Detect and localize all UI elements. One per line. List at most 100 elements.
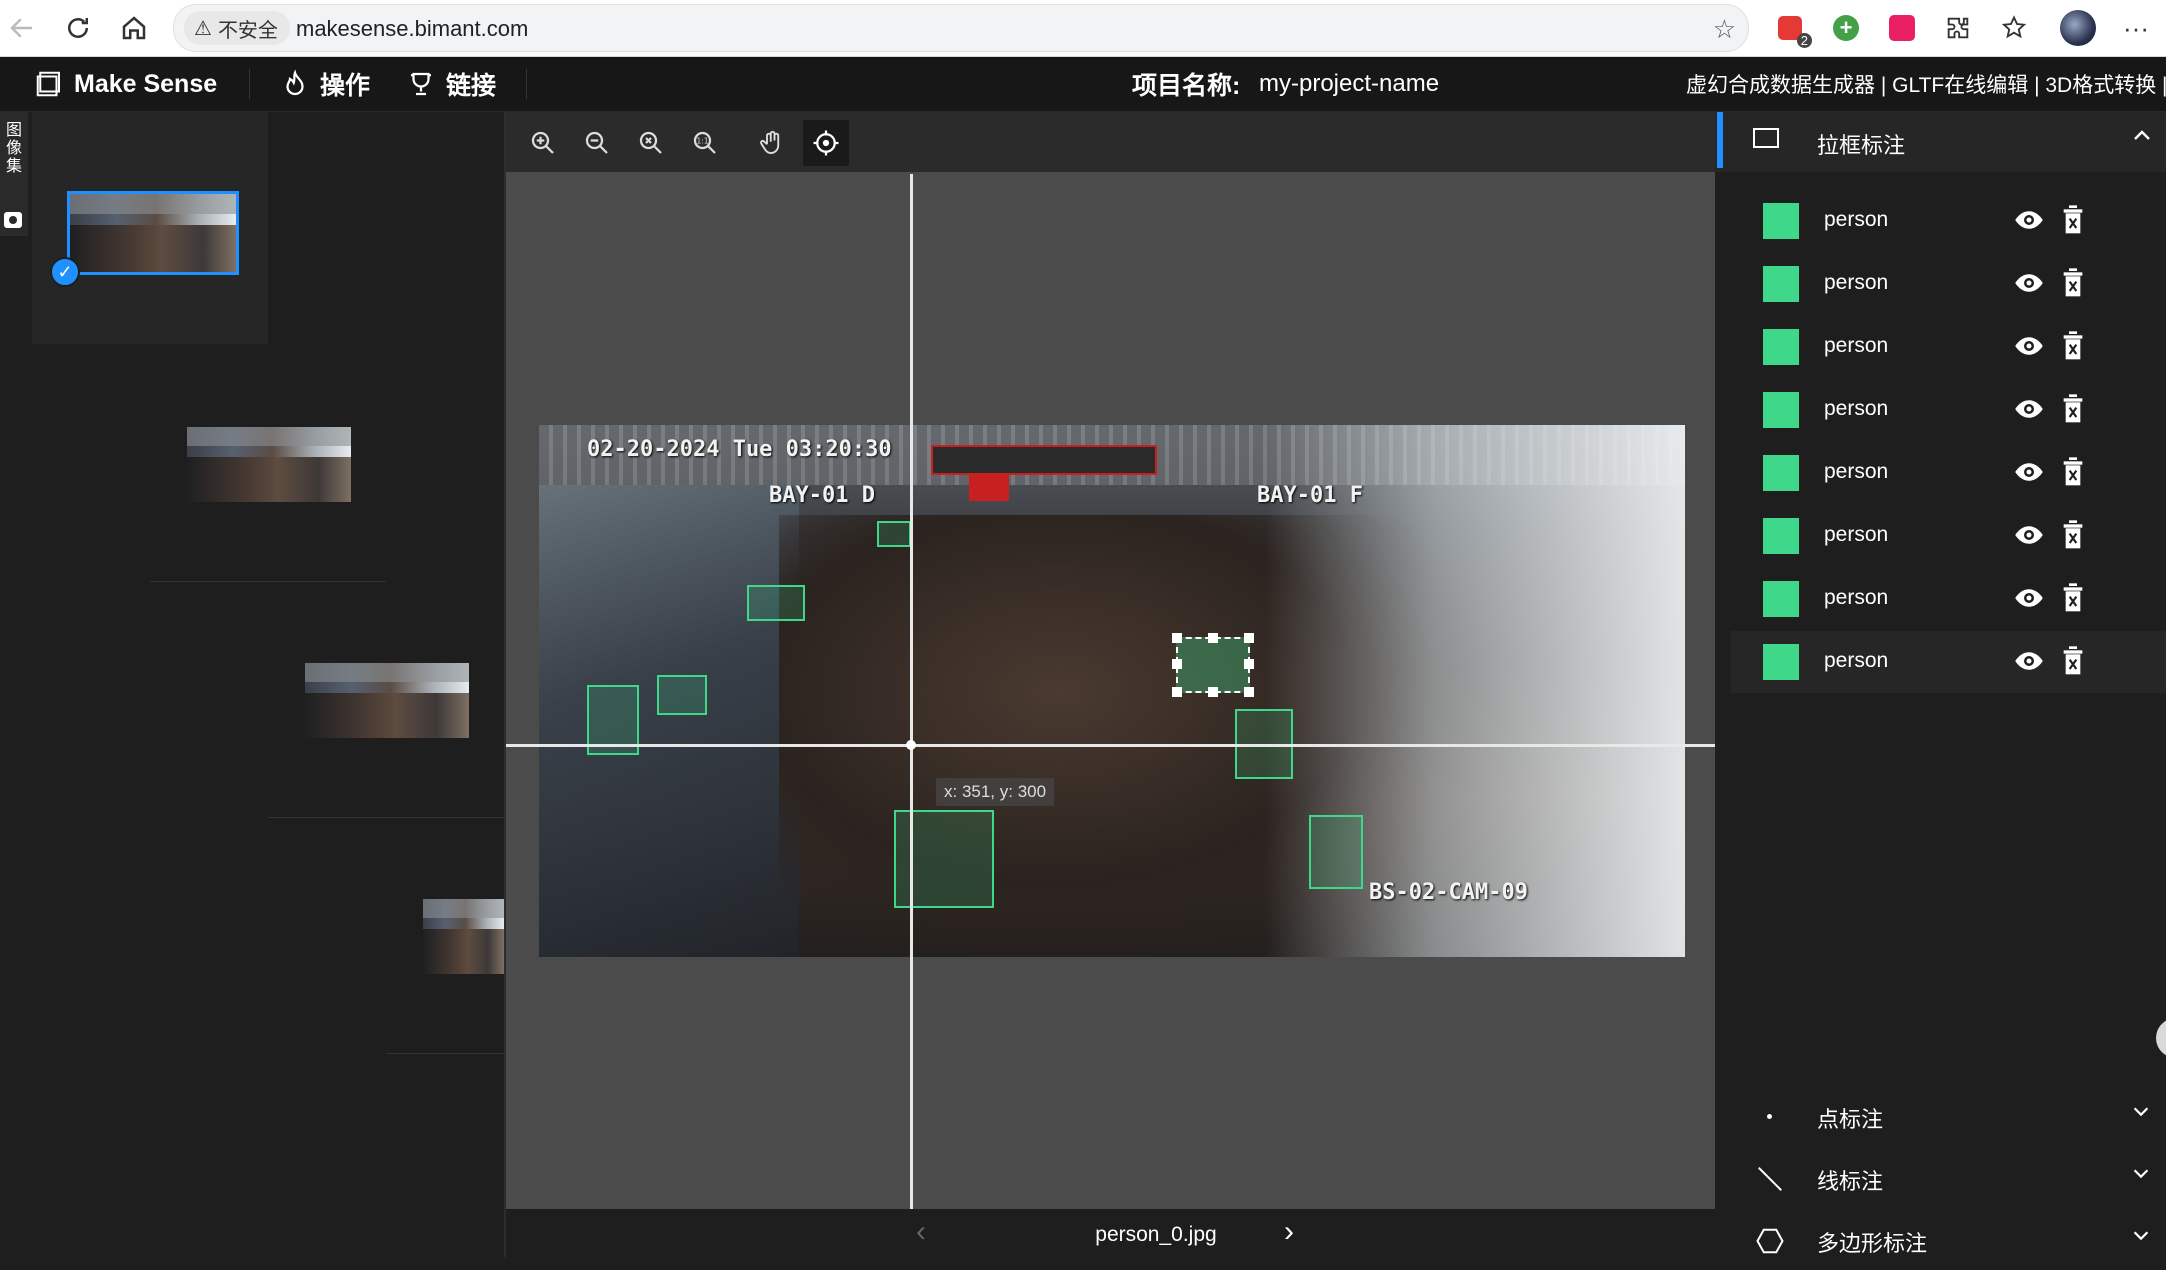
label-color-swatch[interactable] bbox=[1763, 644, 1799, 680]
resize-handle[interactable] bbox=[1172, 659, 1182, 669]
label-name[interactable]: person bbox=[1824, 586, 1888, 610]
visibility-eye-icon[interactable] bbox=[2012, 205, 2046, 235]
label-name[interactable]: person bbox=[1824, 460, 1888, 484]
resize-handle[interactable] bbox=[1244, 687, 1254, 697]
zoom-out-icon[interactable] bbox=[574, 120, 620, 166]
bounding-box[interactable] bbox=[657, 675, 707, 715]
resize-handle[interactable] bbox=[1244, 659, 1254, 669]
image-thumbnail[interactable] bbox=[305, 663, 469, 738]
favorites-icon[interactable] bbox=[1996, 10, 2032, 46]
address-bar[interactable]: ⚠ 不安全 makesense.bimant.com ☆ bbox=[173, 4, 1749, 52]
label-color-swatch[interactable] bbox=[1763, 329, 1799, 365]
label-row[interactable]: person bbox=[1731, 190, 2166, 252]
crosshair-icon[interactable] bbox=[803, 120, 849, 166]
editor-area[interactable]: 1:1 02-20-2024 Tue 03:20:30 BAY-01 D BAY… bbox=[504, 112, 1717, 1257]
chevron-down-icon[interactable] bbox=[2130, 1224, 2152, 1246]
more-menu-icon[interactable]: ··· bbox=[2118, 10, 2154, 46]
back-icon[interactable] bbox=[2, 8, 42, 48]
security-indicator[interactable]: ⚠ 不安全 bbox=[184, 11, 290, 45]
label-row[interactable]: person bbox=[1731, 379, 2166, 441]
bounding-box[interactable] bbox=[1309, 815, 1363, 889]
chevron-up-icon[interactable] bbox=[2130, 124, 2154, 148]
point-labels-section-header[interactable]: 点标注 bbox=[1715, 1084, 2166, 1146]
zoom-in-icon[interactable] bbox=[520, 120, 566, 166]
delete-trash-icon[interactable] bbox=[2062, 582, 2084, 614]
annotation-image[interactable]: 02-20-2024 Tue 03:20:30 BAY-01 D BAY-01 … bbox=[539, 425, 1685, 957]
visibility-eye-icon[interactable] bbox=[2012, 520, 2046, 550]
actions-menu[interactable]: 操作 bbox=[280, 57, 370, 111]
visibility-eye-icon[interactable] bbox=[2012, 394, 2046, 424]
resize-handle[interactable] bbox=[1172, 633, 1182, 643]
delete-trash-icon[interactable] bbox=[2062, 456, 2084, 488]
resize-handle[interactable] bbox=[1244, 633, 1254, 643]
bookmark-star-icon[interactable]: ☆ bbox=[1713, 14, 1736, 45]
project-name-field[interactable]: my-project-name bbox=[1259, 57, 1439, 111]
label-row[interactable]: person bbox=[1731, 568, 2166, 630]
delete-trash-icon[interactable] bbox=[2062, 330, 2084, 362]
links-menu[interactable]: 链接 bbox=[406, 57, 496, 111]
label-color-swatch[interactable] bbox=[1763, 392, 1799, 428]
extension-translate-icon[interactable] bbox=[1884, 10, 1920, 46]
label-color-swatch[interactable] bbox=[1763, 266, 1799, 302]
line-labels-section-header[interactable]: 线标注 bbox=[1715, 1146, 2166, 1208]
polygon-section-title: 多边形标注 bbox=[1817, 1231, 1928, 1256]
bounding-box[interactable] bbox=[747, 585, 805, 621]
trophy-icon bbox=[411, 72, 431, 96]
image-list-item[interactable]: ✓ bbox=[32, 112, 268, 344]
label-name[interactable]: person bbox=[1824, 334, 1888, 358]
brand[interactable]: Make Sense bbox=[34, 57, 217, 111]
label-color-swatch[interactable] bbox=[1763, 455, 1799, 491]
label-color-swatch[interactable] bbox=[1763, 581, 1799, 617]
zoom-actual-size-icon[interactable]: 1:1 bbox=[682, 120, 728, 166]
visibility-eye-icon[interactable] bbox=[2012, 457, 2046, 487]
label-name[interactable]: person bbox=[1824, 271, 1888, 295]
bounding-box[interactable] bbox=[877, 521, 911, 547]
image-thumbnail[interactable] bbox=[187, 427, 351, 502]
extension-plus-icon[interactable]: + bbox=[1828, 10, 1864, 46]
visibility-eye-icon[interactable] bbox=[2012, 583, 2046, 613]
url-text[interactable]: makesense.bimant.com bbox=[296, 16, 528, 42]
delete-trash-icon[interactable] bbox=[2062, 267, 2084, 299]
extensions-puzzle-icon[interactable] bbox=[1940, 10, 1976, 46]
label-name[interactable]: person bbox=[1824, 523, 1888, 547]
delete-trash-icon[interactable] bbox=[2062, 519, 2084, 551]
profile-avatar[interactable] bbox=[2060, 10, 2096, 46]
visibility-eye-icon[interactable] bbox=[2012, 646, 2046, 676]
resize-handle[interactable] bbox=[1208, 633, 1218, 643]
header-links[interactable]: 虚幻合成数据生成器 | GLTF在线编辑 | 3D格式转换 | Bim bbox=[1686, 57, 2166, 111]
visibility-eye-icon[interactable] bbox=[2012, 331, 2046, 361]
image-thumbnail[interactable] bbox=[67, 191, 239, 275]
label-color-swatch[interactable] bbox=[1763, 203, 1799, 239]
delete-trash-icon[interactable] bbox=[2062, 393, 2084, 425]
reload-icon[interactable] bbox=[58, 8, 98, 48]
bounding-box[interactable] bbox=[894, 810, 994, 908]
extension-adblock-icon[interactable]: 2 bbox=[1772, 10, 1812, 48]
resize-handle[interactable] bbox=[1172, 687, 1182, 697]
next-image-button[interactable]: › bbox=[1284, 1215, 1294, 1249]
label-name[interactable]: person bbox=[1824, 208, 1888, 232]
label-row[interactable]: person bbox=[1731, 442, 2166, 504]
label-row[interactable]: person bbox=[1731, 505, 2166, 567]
polygon-labels-section-header[interactable]: 多边形标注 bbox=[1715, 1208, 2166, 1270]
delete-trash-icon[interactable] bbox=[2062, 645, 2084, 677]
label-row[interactable]: person bbox=[1731, 631, 2166, 693]
label-name[interactable]: person bbox=[1824, 397, 1888, 421]
zoom-fit-icon[interactable] bbox=[628, 120, 674, 166]
home-icon[interactable] bbox=[114, 8, 154, 48]
label-row[interactable]: person bbox=[1731, 316, 2166, 378]
bounding-box-selected[interactable] bbox=[1172, 633, 1254, 697]
crosshair-vertical-line bbox=[910, 174, 913, 1209]
visibility-eye-icon[interactable] bbox=[2012, 268, 2046, 298]
hand-pan-icon[interactable] bbox=[749, 120, 795, 166]
rect-labels-section-header[interactable]: 拉框标注 bbox=[1715, 112, 2166, 172]
chevron-down-icon[interactable] bbox=[2130, 1162, 2152, 1184]
label-name[interactable]: person bbox=[1824, 649, 1888, 673]
label-color-swatch[interactable] bbox=[1763, 518, 1799, 554]
image-list-tab[interactable]: 图像集 bbox=[0, 112, 28, 236]
previous-image-button[interactable]: ‹ bbox=[916, 1215, 926, 1249]
image-thumbnail[interactable] bbox=[423, 899, 504, 974]
chevron-down-icon[interactable] bbox=[2130, 1100, 2152, 1122]
resize-handle[interactable] bbox=[1208, 687, 1218, 697]
delete-trash-icon[interactable] bbox=[2062, 204, 2084, 236]
label-row[interactable]: person bbox=[1731, 253, 2166, 315]
